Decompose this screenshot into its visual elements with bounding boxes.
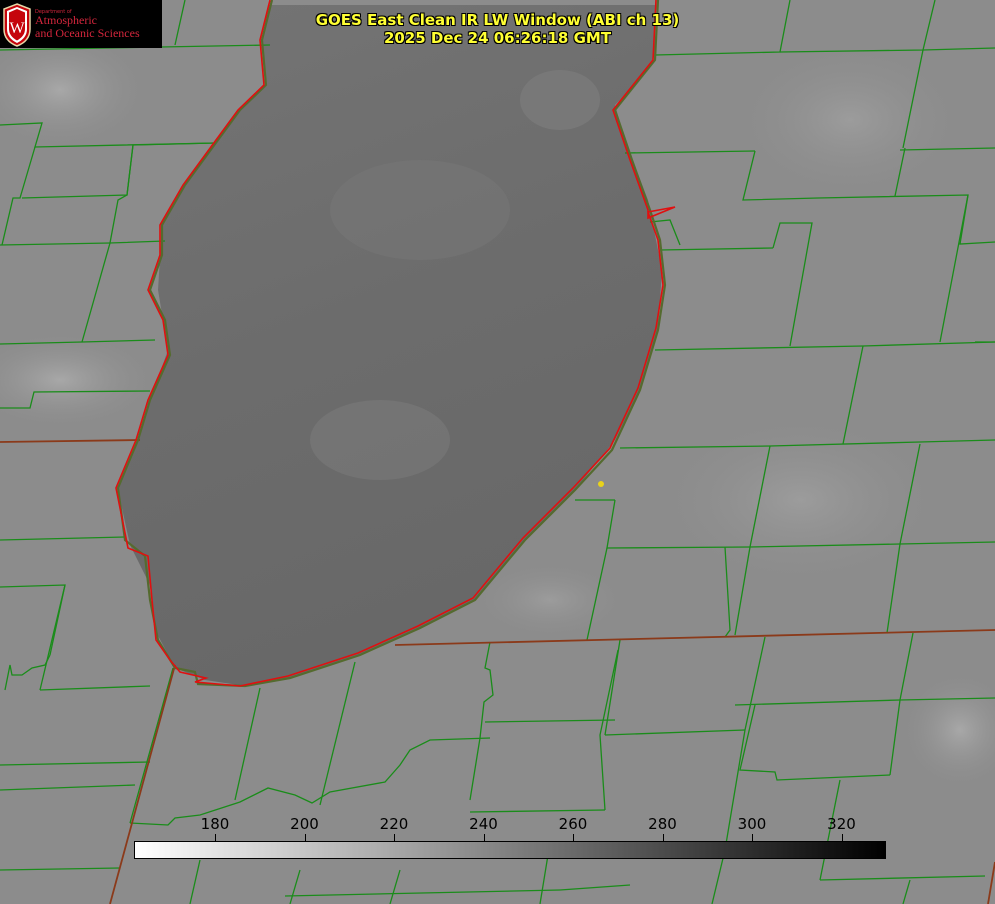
colorbar-tick-mark [752, 834, 753, 841]
colorbar-tick-mark [662, 834, 664, 841]
title-timestamp: 2025 Dec 24 06:26:18 GMT [383, 29, 612, 47]
colorbar-tick-label: 260 [558, 815, 588, 833]
lake-texture [310, 400, 450, 480]
cloud-area [650, 410, 950, 590]
colorbar-tick-label: 280 [648, 815, 677, 833]
temperature-colorbar [134, 841, 886, 859]
colorbar-tick-mark [304, 834, 306, 841]
image-title: GOES East Clean IR LW Window (ABI ch 13)… [0, 11, 995, 47]
lake-texture [520, 70, 600, 130]
colorbar-tick-label: 220 [379, 815, 409, 833]
colorbar-tick-mark [573, 834, 574, 841]
colorbar-tick-mark [483, 834, 485, 841]
city-marker [598, 481, 604, 487]
lake-texture [330, 160, 510, 260]
colorbar-tick-label: 200 [290, 815, 319, 833]
cloud-area [730, 40, 970, 200]
colorbar-tick-mark [394, 834, 395, 841]
colorbar-tick-label: 240 [469, 815, 498, 833]
title-line1: GOES East Clean IR LW Window (ABI ch 13) [315, 11, 680, 29]
colorbar-tick-label: 180 [200, 815, 230, 833]
colorbar-tick-label: 300 [737, 815, 767, 833]
satellite-map [0, 0, 995, 904]
colorbar-tick-label: 320 [827, 815, 856, 833]
colorbar-tick-mark [215, 834, 216, 841]
colorbar-tick-mark [841, 834, 843, 841]
